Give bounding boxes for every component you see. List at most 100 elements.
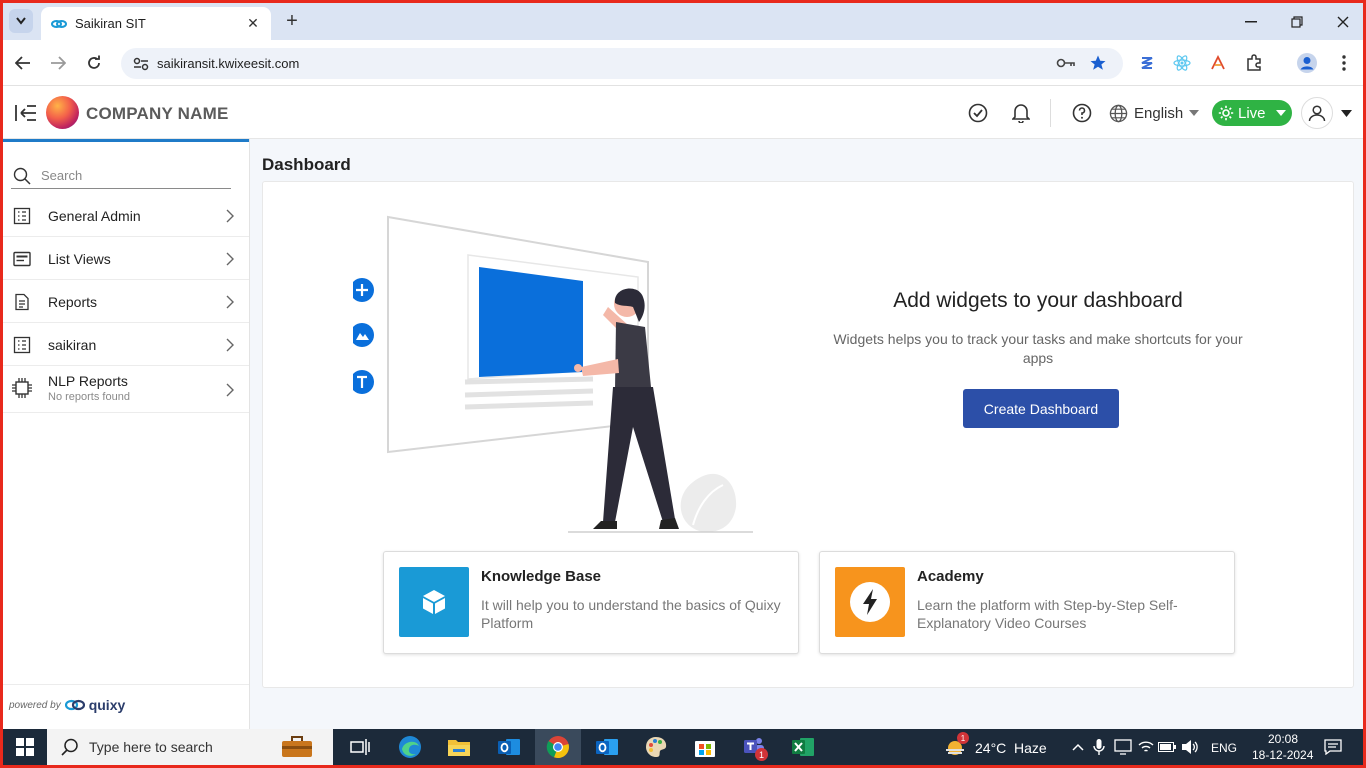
browser-tabbar: Saikiran SIT ✕ + [3, 3, 1363, 40]
academy-card[interactable]: Academy Learn the platform with Step-by-… [819, 551, 1235, 654]
close-icon [1337, 16, 1349, 27]
minimize-button[interactable] [1228, 3, 1274, 40]
file-explorer-icon[interactable] [447, 735, 471, 759]
knowledge-base-card[interactable]: Knowledge Base It will help you to under… [383, 551, 799, 654]
sidebar-item-reports[interactable]: Reports [3, 280, 249, 323]
chevron-right-icon [226, 338, 234, 352]
chevron-right-icon [226, 209, 234, 223]
clock-date[interactable]: 18-12-2024 [1252, 748, 1313, 762]
quixy-favicon-icon [51, 19, 67, 28]
help-icon[interactable] [1071, 102, 1093, 124]
briefcase-icon [282, 736, 312, 757]
caret-down-icon [1275, 110, 1286, 116]
sidebar-item-general-admin[interactable]: General Admin [3, 194, 249, 237]
weather-temperature: 24°C [975, 740, 1007, 756]
sidebar-item-saikiran[interactable]: saikiran [3, 323, 249, 366]
microsoft-store-icon[interactable] [693, 735, 717, 759]
outlook-icon[interactable] [497, 735, 521, 759]
live-mode-label: Live [1238, 104, 1266, 122]
excel-icon[interactable] [791, 735, 815, 759]
teams-badge: 1 [755, 748, 768, 761]
new-tab-button[interactable]: + [281, 10, 303, 32]
dashboard-illustration [353, 215, 753, 533]
back-button[interactable] [11, 51, 35, 75]
bookmark-star-icon[interactable] [1089, 54, 1107, 72]
outlook-new-icon[interactable] [595, 735, 619, 759]
sidebar-item-label: NLP Reports [48, 373, 128, 389]
page-title: Dashboard [262, 155, 351, 174]
weather-icon[interactable]: 1 [943, 732, 969, 759]
live-mode-toggle[interactable]: Live [1212, 100, 1292, 126]
dashboard-empty-card: Add widgets to your dashboard Widgets he… [262, 181, 1354, 688]
notification-center-icon[interactable] [1321, 735, 1345, 759]
minimize-icon [1245, 20, 1257, 22]
screen-frame: Saikiran SIT ✕ + saikiransit.kwixeesit.c… [3, 3, 1363, 765]
sidebar-search[interactable]: Search [11, 164, 231, 189]
chrome-icon[interactable] [546, 735, 570, 759]
create-dashboard-button[interactable]: Create Dashboard [963, 389, 1119, 428]
reload-button[interactable] [82, 51, 106, 75]
forward-button[interactable] [46, 51, 70, 75]
restore-button[interactable] [1274, 3, 1320, 40]
header-divider [1050, 99, 1051, 127]
company-name: COMPANY NAME [86, 104, 229, 123]
academy-tile [835, 567, 905, 637]
grid-list-icon [13, 207, 31, 225]
sidebar-item-nlp-reports[interactable]: NLP Reports No reports found [3, 366, 249, 413]
notifications-bell-icon[interactable] [1010, 102, 1032, 124]
taskbar-search-input[interactable]: Type here to search [89, 739, 213, 755]
browser-menu-icon[interactable] [1333, 52, 1355, 74]
tab-title: Saikiran SIT [75, 16, 146, 31]
card-description: Learn the platform with Step-by-Step Sel… [917, 597, 1178, 631]
arrow-left-icon [15, 56, 30, 70]
language-selector[interactable]: English [1109, 100, 1200, 126]
browser-tab[interactable]: Saikiran SIT ✕ [41, 7, 271, 40]
reload-icon [88, 55, 100, 69]
teams-icon[interactable]: 1 [742, 735, 768, 761]
edge-browser-icon[interactable] [398, 735, 422, 759]
url-text: saikiransit.kwixeesit.com [157, 56, 300, 71]
sidebar-footer-divider [3, 684, 249, 685]
main-content: Dashboard Add widgets to your dashboard … [250, 139, 1363, 729]
address-bar[interactable]: saikiransit.kwixeesit.com [121, 48, 1123, 79]
powered-by: powered by quixy [9, 697, 125, 713]
windows-start-icon[interactable] [13, 735, 37, 759]
tasks-check-icon[interactable] [967, 102, 989, 124]
input-language[interactable]: ENG [1211, 741, 1237, 755]
knowledge-base-tile [399, 567, 469, 637]
globe-icon [1109, 104, 1128, 122]
paint-icon[interactable] [644, 735, 668, 759]
chevron-right-icon [226, 295, 234, 309]
extensions-puzzle-icon[interactable] [1243, 52, 1265, 74]
task-view-icon[interactable] [348, 735, 372, 759]
extension-1-icon[interactable] [1136, 52, 1158, 74]
search-input[interactable]: Search [41, 168, 82, 183]
display-icon[interactable] [1111, 735, 1135, 759]
collapse-sidebar-icon[interactable] [15, 103, 37, 123]
sidebar-item-sublabel: No reports found [48, 391, 130, 403]
window-close-button[interactable] [1320, 3, 1363, 40]
card-title: Knowledge Base [481, 568, 602, 585]
sidebar-item-label: saikiran [48, 337, 97, 353]
powered-by-brand: quixy [88, 697, 126, 713]
hero-title: Add widgets to your dashboard [893, 289, 1183, 312]
user-avatar[interactable] [1301, 97, 1333, 129]
search-icon [13, 167, 31, 185]
battery-icon[interactable] [1155, 735, 1179, 759]
clock-time[interactable]: 20:08 [1263, 732, 1303, 746]
user-menu-caret-icon[interactable] [1341, 110, 1352, 117]
profile-avatar-icon[interactable] [1296, 52, 1318, 74]
site-settings-icon[interactable] [133, 56, 149, 72]
extension-3-icon[interactable] [1207, 52, 1229, 74]
tab-search-button[interactable] [9, 9, 33, 33]
microphone-icon[interactable] [1087, 735, 1111, 759]
tab-close-icon[interactable]: ✕ [243, 14, 263, 34]
search-icon [61, 738, 78, 756]
speaker-icon[interactable] [1178, 735, 1202, 759]
sidebar-accent-bar [3, 139, 249, 142]
taskbar-search[interactable]: Type here to search [47, 729, 333, 765]
sidebar-item-list-views[interactable]: List Views [3, 237, 249, 280]
restore-icon [1291, 15, 1303, 28]
password-key-icon[interactable] [1056, 55, 1076, 71]
react-devtools-icon[interactable] [1171, 52, 1193, 74]
